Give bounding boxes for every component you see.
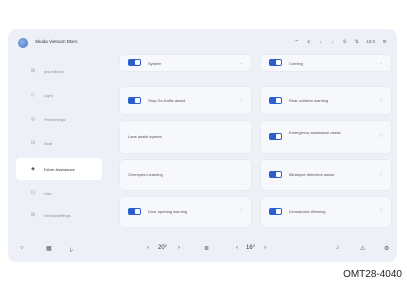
setting-card[interactable]: Stop-Go traffic assist ⓘ bbox=[120, 87, 251, 114]
toggle-switch[interactable] bbox=[269, 208, 282, 215]
setting-label: Coming bbox=[289, 61, 303, 66]
sidebar-item-label: Hub bbox=[44, 190, 52, 196]
setting-label: Rear collision warning bbox=[289, 98, 329, 103]
settings-icon[interactable]: ⚙ bbox=[382, 39, 387, 45]
toggle-switch[interactable] bbox=[269, 97, 282, 104]
setting-label: Blindspot detection assist bbox=[289, 172, 335, 177]
setting-card[interactable]: Drowsiness Warning ⓘ bbox=[261, 197, 391, 227]
chevron-down-icon[interactable]: ⌄ bbox=[240, 60, 243, 65]
toggle-switch[interactable] bbox=[269, 171, 282, 178]
sidebar-item-parking[interactable]: ◎ Parkeerings bbox=[16, 109, 102, 129]
sidebar-item-vehicle-settings[interactable]: ⊞ Vehiclesettings bbox=[16, 205, 102, 225]
signal-icon: ↓ bbox=[331, 39, 334, 44]
seat-icon: ⊟ bbox=[30, 140, 36, 146]
light-icon: ◇ bbox=[31, 92, 35, 98]
parking-icon: ◎ bbox=[30, 116, 36, 122]
grid-icon: ⊞ bbox=[30, 68, 36, 74]
hub-icon: ⊡ bbox=[30, 190, 36, 196]
setting-label: Overspeed warning bbox=[128, 172, 163, 177]
seat-heating-icon[interactable]: ﾚ bbox=[70, 245, 73, 254]
bluetooth-icon: ʙ bbox=[307, 39, 310, 44]
clock: 16:9 bbox=[366, 39, 375, 44]
setting-label: Lane assist system bbox=[128, 134, 163, 139]
steering-wheel-icon: ◈ bbox=[31, 166, 35, 172]
profile-avatar[interactable] bbox=[18, 38, 28, 48]
right-temperature[interactable]: 16° bbox=[246, 245, 255, 251]
sidebar-item-label: Light bbox=[44, 92, 53, 98]
sidebar-item-label: Parkeerings bbox=[44, 116, 66, 122]
info-icon[interactable]: ⓘ bbox=[239, 208, 243, 214]
signal-icon: ↓ bbox=[319, 39, 322, 44]
music-icon[interactable]: ♪ bbox=[336, 245, 339, 251]
toggle-switch[interactable] bbox=[128, 208, 141, 215]
chevron-right-icon[interactable]: ⌟ bbox=[241, 180, 243, 185]
bottom-bar: ○ ▦ ﾚ ‹ 20° › ≣ ‹ 16° › ♪ ⚠ ⚙ bbox=[8, 236, 397, 262]
toggle-switch[interactable] bbox=[269, 133, 282, 140]
home-icon[interactable]: ○ bbox=[20, 245, 24, 251]
setting-label: Stop-Go traffic assist bbox=[148, 98, 186, 103]
chevron-down-icon[interactable]: ⌄ bbox=[380, 60, 383, 65]
setting-label: Drowsiness Warning bbox=[289, 209, 326, 214]
sidebar-item-label: Vehiclesettings bbox=[44, 212, 71, 218]
setting-label: Door opening warning bbox=[148, 209, 188, 214]
status-icons: ⌔ ʙ ↓ ↓ ✆ ⇅ 16:9 ⚙ bbox=[294, 39, 387, 45]
wifi-icon: ⌔ bbox=[294, 39, 299, 44]
setting-label: Emergency assistance assist bbox=[289, 130, 341, 135]
chevron-left-icon[interactable]: ‹ bbox=[147, 245, 149, 251]
sidebar-item-light[interactable]: ◇ Light bbox=[16, 85, 102, 105]
signal-icon: ⇅ bbox=[354, 39, 359, 44]
sidebar-item-driver-assistance[interactable]: ◈ Driver Assistance bbox=[16, 158, 102, 180]
climate-icon[interactable]: ≣ bbox=[204, 245, 209, 252]
top-bar: Skoda Vietnam Dtxro ⌔ ʙ ↓ ↓ ✆ ⇅ 16:9 ⚙ bbox=[8, 29, 397, 57]
info-icon[interactable]: ⓘ bbox=[379, 171, 383, 177]
setting-card[interactable]: Coming ⌄ bbox=[261, 55, 391, 71]
image-caption: OMT28-4040 bbox=[343, 269, 402, 280]
sidebar-item-seat[interactable]: ⊟ Seat bbox=[16, 133, 102, 153]
setting-label: System bbox=[148, 61, 162, 66]
setting-card[interactable]: Blindspot detection assist ⓘ bbox=[261, 160, 391, 190]
sidebar-item-apps[interactable]: ⊞ Ipsumbolor bbox=[16, 61, 102, 81]
toggle-switch[interactable] bbox=[128, 97, 141, 104]
grid-icon[interactable]: ▦ bbox=[46, 245, 52, 252]
info-icon[interactable]: ⓘ bbox=[239, 97, 243, 103]
phone-icon[interactable]: ⚙ bbox=[384, 245, 389, 252]
sidebar-item-label: Driver Assistance bbox=[44, 166, 75, 172]
sidebar-item-label: Seat bbox=[44, 140, 53, 146]
setting-card[interactable]: Rear collision warning ⓘ bbox=[261, 87, 391, 114]
chevron-left-icon[interactable]: ‹ bbox=[236, 245, 238, 251]
chevron-right-icon[interactable]: › bbox=[264, 245, 266, 251]
info-icon[interactable]: ⓘ bbox=[379, 208, 383, 214]
sidebar-item-label: Ipsumbolor bbox=[44, 68, 64, 74]
left-temperature[interactable]: 20° bbox=[158, 245, 167, 251]
sidebar: ⊞ Ipsumbolor ◇ Light ◎ Parkeerings ⊟ Sea… bbox=[16, 59, 106, 229]
setting-card[interactable]: Lane assist system › bbox=[120, 121, 251, 153]
profile-name[interactable]: Skoda Vietnam Dtxro bbox=[35, 39, 77, 44]
toggle-switch[interactable] bbox=[128, 59, 141, 66]
info-icon[interactable]: ⓘ bbox=[379, 133, 383, 139]
chevron-right-icon[interactable]: › bbox=[178, 245, 180, 251]
car-icon: ⊞ bbox=[30, 212, 36, 218]
setting-card[interactable]: Emergency assistance assist ⓘ bbox=[261, 121, 391, 153]
setting-card[interactable]: System ⌄ bbox=[120, 55, 251, 71]
toggle-switch[interactable] bbox=[269, 59, 282, 66]
info-icon[interactable]: ⓘ bbox=[379, 97, 383, 103]
sidebar-item-hub[interactable]: ⊡ Hub bbox=[16, 183, 102, 203]
setting-card[interactable]: Door opening warning ⓘ bbox=[120, 197, 251, 227]
chevron-right-icon[interactable]: › bbox=[242, 133, 243, 138]
setting-card[interactable]: Overspeed warning ⌟ bbox=[120, 160, 251, 190]
navigation-icon[interactable]: ⚠ bbox=[360, 245, 365, 252]
infotainment-screen: Skoda Vietnam Dtxro ⌔ ʙ ↓ ↓ ✆ ⇅ 16:9 ⚙ ⊞… bbox=[8, 29, 397, 262]
phone-icon: ✆ bbox=[342, 39, 347, 44]
